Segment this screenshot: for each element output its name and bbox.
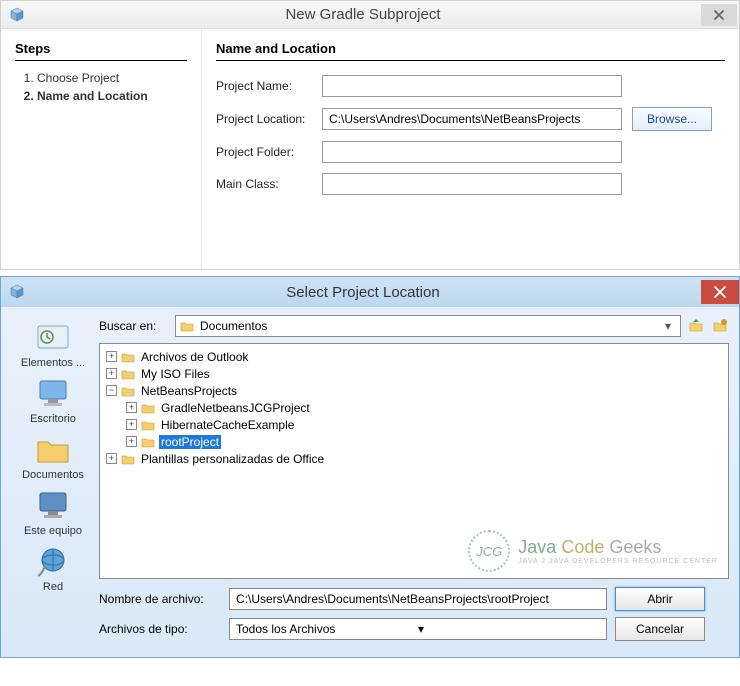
filetype-combo[interactable]: Todos los Archivos ▾ — [229, 618, 607, 640]
project-name-input[interactable] — [322, 75, 622, 97]
tree-item[interactable]: Plantillas personalizadas de Office — [139, 452, 326, 466]
filename-input[interactable] — [229, 588, 607, 610]
expand-toggle[interactable]: + — [106, 351, 117, 362]
expand-toggle[interactable]: + — [126, 436, 137, 447]
file-chooser-dialog: Select Project Location Elementos ... Es… — [0, 276, 740, 658]
place-label: Este equipo — [24, 525, 82, 537]
place-label: Escritorio — [30, 413, 76, 425]
expand-toggle[interactable]: + — [126, 419, 137, 430]
dialog1-titlebar[interactable]: New Gradle Subproject — [1, 1, 739, 29]
documents-folder-icon — [34, 432, 72, 466]
tree-item[interactable]: GradleNetbeansJCGProject — [159, 401, 312, 415]
place-desktop[interactable]: Escritorio — [13, 375, 93, 425]
project-location-label: Project Location: — [216, 112, 322, 126]
close-icon — [714, 286, 726, 298]
expand-toggle[interactable]: + — [106, 453, 117, 464]
place-label: Red — [43, 581, 63, 593]
place-computer[interactable]: Este equipo — [13, 487, 93, 537]
dialog1-title: New Gradle Subproject — [25, 6, 701, 23]
form-panel: Name and Location Project Name: Project … — [201, 29, 739, 269]
dialog2-titlebar[interactable]: Select Project Location — [1, 277, 739, 307]
form-heading: Name and Location — [216, 41, 725, 61]
folder-icon — [121, 368, 135, 380]
new-subproject-dialog: New Gradle Subproject Steps Choose Proje… — [0, 0, 740, 270]
filetype-value: Todos los Archivos — [236, 622, 418, 636]
filetype-label: Archivos de tipo: — [99, 622, 221, 636]
expand-toggle[interactable]: + — [106, 368, 117, 379]
main-class-label: Main Class: — [216, 177, 322, 191]
new-folder-icon[interactable] — [711, 317, 729, 335]
folder-icon — [141, 419, 155, 431]
places-panel: Elementos ... Escritorio Documentos Este… — [7, 315, 99, 647]
folder-icon — [121, 453, 135, 465]
place-label: Elementos ... — [21, 357, 85, 369]
collapse-toggle[interactable]: − — [106, 385, 117, 396]
chevron-down-icon: ▾ — [660, 319, 676, 333]
cube-icon — [9, 7, 25, 23]
recent-icon — [34, 320, 72, 354]
computer-icon — [34, 488, 72, 522]
place-label: Documentos — [22, 469, 84, 481]
filename-label: Nombre de archivo: — [99, 592, 221, 606]
place-network[interactable]: Red — [13, 543, 93, 593]
chevron-down-icon: ▾ — [418, 622, 600, 636]
folder-tree[interactable]: + Archivos de Outlook + My ISO Files − NetB… — [99, 343, 729, 579]
folder-icon — [121, 385, 135, 397]
watermark-tagline: Java 2 Java Developers Resource Center — [518, 558, 718, 565]
open-button[interactable]: Abrir — [615, 587, 705, 611]
folder-icon — [121, 351, 135, 363]
step-1: Choose Project — [37, 71, 187, 85]
project-location-input[interactable] — [322, 108, 622, 130]
steps-heading: Steps — [15, 41, 187, 61]
project-folder-input[interactable] — [322, 141, 622, 163]
folder-icon — [141, 402, 155, 414]
project-folder-label: Project Folder: — [216, 145, 322, 159]
tree-item-selected[interactable]: rootProject — [159, 435, 221, 449]
tree-item[interactable]: Archivos de Outlook — [139, 350, 250, 364]
close-button[interactable] — [701, 4, 737, 26]
lookin-value: Documentos — [200, 319, 660, 333]
desktop-icon — [34, 376, 72, 410]
close-button[interactable] — [701, 280, 739, 304]
main-class-input[interactable] — [322, 173, 622, 195]
folder-icon — [141, 436, 155, 448]
folder-icon — [180, 320, 194, 332]
place-recent[interactable]: Elementos ... — [13, 319, 93, 369]
cancel-button[interactable]: Cancelar — [615, 617, 705, 641]
tree-item[interactable]: HibernateCacheExample — [159, 418, 296, 432]
lookin-label: Buscar en: — [99, 319, 169, 333]
browse-button[interactable]: Browse... — [632, 107, 712, 131]
watermark-brand: Java Code Geeks — [518, 537, 718, 558]
steps-panel: Steps Choose Project Name and Location — [1, 29, 201, 269]
expand-toggle[interactable]: + — [126, 402, 137, 413]
dialog2-title: Select Project Location — [25, 284, 701, 301]
close-icon — [714, 10, 724, 20]
network-icon — [34, 544, 72, 578]
step-2: Name and Location — [37, 89, 187, 103]
up-folder-icon[interactable] — [687, 317, 705, 335]
jcg-logo-icon: JCG — [468, 530, 510, 572]
place-documents[interactable]: Documentos — [13, 431, 93, 481]
tree-item[interactable]: My ISO Files — [139, 367, 212, 381]
project-name-label: Project Name: — [216, 79, 322, 93]
tree-item[interactable]: NetBeansProjects — [139, 384, 239, 398]
cube-icon — [9, 284, 25, 300]
watermark: JCG Java Code Geeks Java 2 Java Develope… — [468, 530, 718, 572]
lookin-combo[interactable]: Documentos ▾ — [175, 315, 681, 337]
